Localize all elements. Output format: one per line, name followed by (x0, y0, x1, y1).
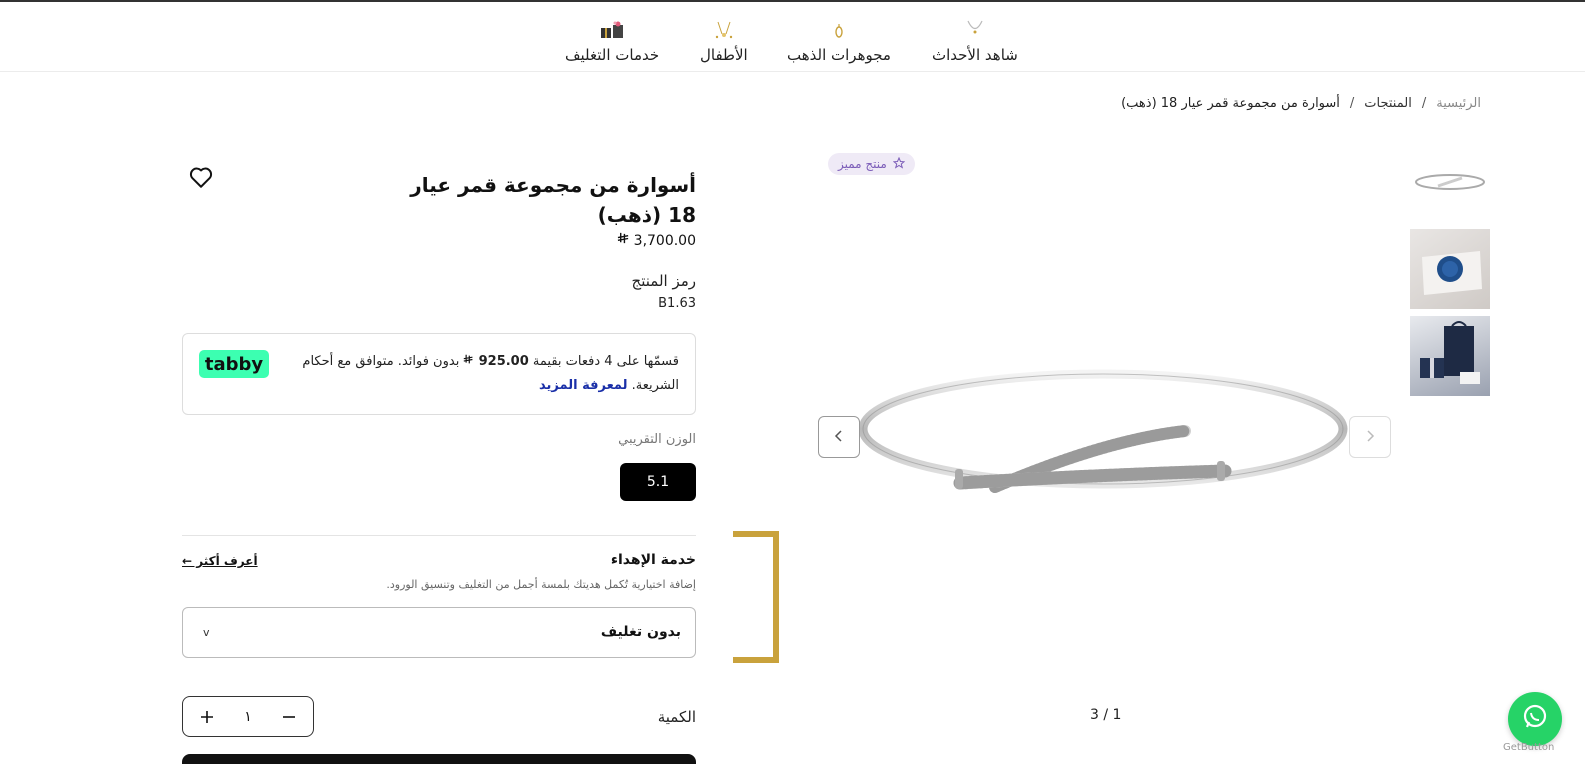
gallery-prev-button[interactable] (818, 416, 860, 458)
earring-icon (832, 14, 846, 40)
quantity-stepper: ١ (182, 696, 314, 737)
quantity-value[interactable]: ١ (244, 709, 252, 725)
gallery-counter: 3 / 1 (1090, 707, 1122, 723)
nav-label-gold-jewelry: مجوهرات الذهب (787, 46, 891, 64)
riyal-currency-icon (617, 232, 630, 249)
tabby-learn-more-link[interactable]: لمعرفة المزيد (539, 378, 627, 393)
quantity-label: الكمية (657, 708, 696, 726)
breadcrumb-separator: / (1349, 96, 1355, 111)
nav-label-events: شاهد الأحداث (932, 46, 1018, 64)
quantity-increase-button[interactable] (195, 705, 219, 729)
gift-service-title: خدمة الإهداء (610, 552, 696, 568)
tabby-text: قسمّها على 4 دفعات بقيمة 925.00 بدون فوا… (299, 350, 679, 398)
heart-icon (188, 167, 214, 194)
tabby-logo: tabby (199, 350, 269, 378)
breadcrumb-products[interactable]: المنتجات (1364, 96, 1412, 111)
tabby-text-pre: قسمّها على 4 دفعات بقيمة (532, 354, 679, 369)
whatsapp-icon (1521, 703, 1549, 735)
weight-option[interactable]: 5.1 (620, 463, 696, 501)
product-main-image (855, 365, 1355, 545)
sku-value: B1.63 (658, 296, 696, 311)
minus-icon (283, 715, 295, 718)
kids-jewelry-icon (712, 14, 736, 40)
sku-label: رمز المنتج (631, 272, 696, 290)
gallery-thumbnail-2[interactable] (1410, 229, 1490, 309)
nav-item-gift-wrapping[interactable]: خدمات التغليف (565, 14, 659, 64)
gift-wrapping-select[interactable]: بدون تغليف v (182, 607, 696, 658)
chevron-right-icon (1363, 428, 1377, 447)
whatsapp-chat-button[interactable] (1508, 692, 1562, 746)
gallery-thumbnail-3[interactable] (1410, 316, 1490, 396)
gift-service-description: إضافة اختيارية تُكمل هديتك بلمسة أجمل من… (386, 578, 696, 591)
price-value: 3,700.00 (633, 232, 696, 249)
wishlist-button[interactable] (188, 164, 216, 192)
gallery-next-button[interactable] (1349, 416, 1391, 458)
plus-icon (201, 710, 213, 723)
featured-product-badge: منتج مميز (828, 153, 915, 175)
tabby-amount: 925.00 (478, 354, 529, 369)
quantity-decrease-button[interactable] (277, 705, 301, 729)
nav-item-gold-jewelry[interactable]: مجوهرات الذهب (787, 14, 891, 64)
necklace-icon (964, 14, 986, 40)
breadcrumb-separator: / (1421, 96, 1427, 111)
gift-box-icon (599, 14, 625, 40)
breadcrumb-current: أسوارة من مجموعة قمر عيار 18 (ذهب) (1121, 96, 1340, 111)
star-icon (892, 156, 906, 172)
getbutton-credit[interactable]: GetButton (1503, 742, 1554, 753)
product-title: أسوارة من مجموعة قمر عيار 18 (ذهب) (410, 173, 696, 227)
nav-item-events[interactable]: شاهد الأحداث (932, 14, 1018, 64)
weight-label: الوزن التقريبي (618, 432, 696, 447)
featured-badge-label: منتج مميز (838, 157, 887, 171)
gift-select-value: بدون تغليف (600, 624, 681, 640)
breadcrumb-home[interactable]: الرئيسية (1436, 96, 1481, 111)
product-price: 3,700.00 (617, 232, 696, 249)
section-divider (182, 535, 696, 536)
nav-item-kids[interactable]: الأطفال (700, 14, 748, 64)
breadcrumb: الرئيسية / المنتجات / أسوارة من مجموعة ق… (1121, 96, 1481, 111)
decorative-gold-bracket (733, 531, 779, 663)
chevron-down-icon: v (203, 626, 210, 639)
nav-label-kids: الأطفال (700, 46, 748, 64)
chevron-left-icon (832, 428, 846, 447)
add-to-cart-button[interactable] (182, 754, 696, 764)
main-navigation: شاهد الأحداث مجوهرات الذهب الأطفال خدمات… (0, 2, 1585, 72)
riyal-currency-icon (459, 354, 474, 369)
nav-label-gift-wrapping: خدمات التغليف (565, 46, 660, 64)
gift-learn-more-link[interactable]: أعرف أكثر ← (182, 554, 258, 568)
gallery-thumbnail-1[interactable] (1410, 142, 1490, 222)
tabby-installment-box: قسمّها على 4 دفعات بقيمة 925.00 بدون فوا… (182, 333, 696, 415)
